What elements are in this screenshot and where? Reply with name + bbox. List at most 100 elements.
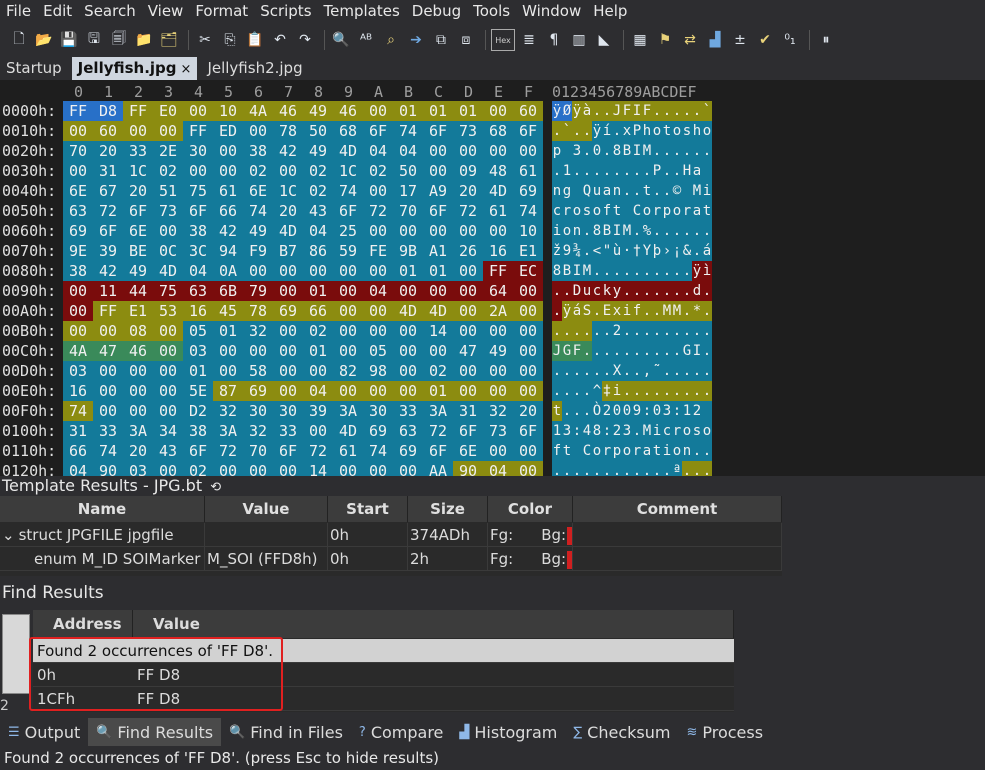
ascii-char[interactable]: ÿ — [562, 301, 572, 321]
ascii-char[interactable]: ˜ — [652, 361, 662, 381]
hex-byte[interactable]: 01 — [423, 261, 453, 281]
ascii-char[interactable]: . — [562, 401, 572, 421]
ascii-char[interactable]: . — [642, 321, 652, 341]
ascii-char[interactable]: . — [632, 421, 642, 441]
ascii-char[interactable]: 1 — [552, 421, 562, 441]
ascii-char[interactable]: . — [652, 141, 662, 161]
ascii-char[interactable]: J — [612, 101, 622, 121]
ascii-char[interactable]: p — [662, 201, 672, 221]
hex-byte[interactable]: 6F — [363, 121, 393, 141]
ascii-char[interactable]: . — [572, 381, 582, 401]
ascii-char[interactable]: B — [562, 261, 572, 281]
ascii-char[interactable]: . — [652, 461, 662, 476]
ascii-char[interactable]: h — [642, 121, 652, 141]
hex-byte[interactable]: 66 — [213, 201, 243, 221]
calculator-icon[interactable]: ▦ — [629, 29, 651, 51]
hex-byte[interactable]: 04 — [483, 461, 513, 476]
hex-byte[interactable]: 00 — [153, 341, 183, 361]
ascii-char[interactable]: . — [592, 301, 602, 321]
ascii-char[interactable]: . — [702, 281, 712, 301]
ascii-char[interactable]: s — [692, 421, 702, 441]
hex-byte[interactable]: 0C — [153, 241, 183, 261]
hex-byte[interactable]: 45 — [213, 301, 243, 321]
goto-icon[interactable]: ➔ — [405, 29, 427, 51]
hex-byte[interactable]: 74 — [243, 201, 273, 221]
hex-byte[interactable]: 1C — [123, 161, 153, 181]
hex-byte[interactable]: 66 — [63, 441, 93, 461]
hex-byte[interactable]: 48 — [483, 161, 513, 181]
hex-byte[interactable]: 00 — [393, 281, 423, 301]
menu-scripts[interactable]: Scripts — [254, 0, 317, 24]
hex-byte[interactable]: 86 — [303, 241, 333, 261]
hex-byte[interactable]: 00 — [273, 161, 303, 181]
hex-byte[interactable]: 6F — [183, 441, 213, 461]
hex-byte[interactable]: 00 — [423, 161, 453, 181]
ascii-char[interactable]: . — [652, 341, 662, 361]
hex-byte[interactable]: 00 — [93, 321, 123, 341]
hex-byte[interactable]: 38 — [183, 421, 213, 441]
hex-byte[interactable]: 58 — [243, 361, 273, 381]
menu-tools[interactable]: Tools — [467, 0, 516, 24]
ascii-char[interactable]: . — [662, 461, 672, 476]
ascii-char[interactable]: . — [552, 461, 562, 476]
ascii-char[interactable]: . — [632, 161, 642, 181]
ascii-char[interactable]: . — [702, 341, 712, 361]
ascii-char[interactable]: . — [702, 141, 712, 161]
ascii-char[interactable]: . — [552, 321, 562, 341]
ascii-char[interactable]: . — [652, 301, 662, 321]
hex-byte[interactable]: 00 — [273, 281, 303, 301]
hex-byte[interactable]: 46 — [123, 341, 153, 361]
bottom-tab-histogram[interactable]: ▟ Histogram — [451, 718, 565, 746]
find-col-address[interactable]: Address — [33, 610, 133, 638]
ascii-char[interactable]: . — [592, 101, 602, 121]
hex-byte[interactable]: 72 — [303, 441, 333, 461]
ascii-char[interactable]: 8 — [592, 421, 602, 441]
hex-byte[interactable]: 4A — [63, 341, 93, 361]
ascii-char[interactable]: á — [572, 301, 582, 321]
ascii-char[interactable]: ÿ — [692, 261, 702, 281]
hex-byte[interactable]: 00 — [483, 141, 513, 161]
undo-icon[interactable]: ↶ — [269, 29, 291, 51]
ascii-char[interactable]: o — [702, 121, 712, 141]
hex-byte[interactable]: 26 — [453, 241, 483, 261]
ascii-char[interactable]: B — [602, 221, 612, 241]
hex-byte[interactable]: 00 — [513, 321, 543, 341]
ascii-char[interactable]: 8 — [592, 221, 602, 241]
ascii-char[interactable] — [562, 141, 572, 161]
hex-byte[interactable]: 61 — [213, 181, 243, 201]
refresh-icon[interactable]: ⟲ — [210, 480, 221, 495]
hex-byte[interactable]: 00 — [123, 381, 153, 401]
hex-byte[interactable]: 04 — [183, 261, 213, 281]
hex-byte[interactable]: 00 — [363, 261, 393, 281]
hex-byte[interactable]: 33 — [123, 141, 153, 161]
ascii-char[interactable]: I — [632, 141, 642, 161]
save-all-icon[interactable]: 🗐 — [108, 29, 130, 51]
ascii-char[interactable]: . — [682, 141, 692, 161]
ascii-char[interactable]: . — [592, 161, 602, 181]
hex-byte[interactable]: 00 — [453, 261, 483, 281]
hex-byte[interactable]: 73 — [483, 421, 513, 441]
ascii-char[interactable]: . — [682, 321, 692, 341]
template-row[interactable]: ⌄ struct JPGFILE jpgfile 0h 374ADh Fg: Bg: — [0, 523, 782, 547]
ascii-char[interactable]: t — [642, 181, 652, 201]
hex-byte[interactable]: 00 — [513, 301, 543, 321]
hex-byte[interactable]: 01 — [423, 101, 453, 121]
ascii-char[interactable]: f — [552, 441, 562, 461]
hex-byte[interactable]: 20 — [123, 441, 153, 461]
hex-byte[interactable]: 63 — [393, 421, 423, 441]
ascii-char[interactable]: ù — [612, 241, 622, 261]
hex-byte[interactable]: 2A — [483, 301, 513, 321]
ascii-char[interactable]: 8 — [552, 261, 562, 281]
hex-byte[interactable]: 01 — [213, 321, 243, 341]
hex-byte[interactable]: 6F — [453, 421, 483, 441]
hex-byte[interactable]: 31 — [93, 161, 123, 181]
hex-byte[interactable]: 6F — [513, 121, 543, 141]
pause-icon[interactable]: ⏸ — [815, 29, 837, 51]
hex-byte[interactable]: 49 — [123, 261, 153, 281]
ascii-char[interactable]: . — [652, 261, 662, 281]
ascii-char[interactable]: . — [582, 161, 592, 181]
ascii-char[interactable]: . — [652, 281, 662, 301]
hex-byte[interactable]: 00 — [243, 261, 273, 281]
ascii-char[interactable]: i — [552, 221, 562, 241]
ascii-char[interactable]: . — [682, 101, 692, 121]
